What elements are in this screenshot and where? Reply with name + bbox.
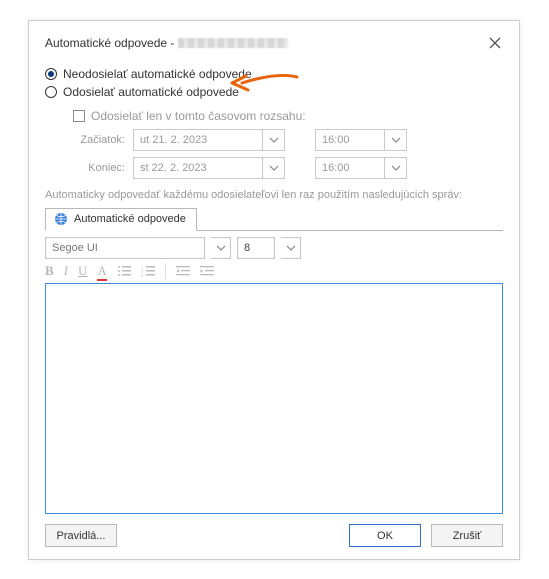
radio-do-not-send[interactable]: Neodosielať automatické odpovede: [45, 67, 503, 81]
start-date-dropdown[interactable]: [263, 129, 285, 151]
auto-reply-dialog: Automatické odpovede - Neodosielať autom…: [28, 20, 520, 560]
end-time-field[interactable]: 16:00: [315, 157, 385, 179]
chevron-down-icon: [269, 135, 279, 145]
radio-icon: [45, 86, 57, 98]
chevron-down-icon: [216, 243, 226, 253]
rules-button[interactable]: Pravidlá...: [45, 524, 117, 547]
time-range-section: Odosielať len v tomto časovom rozsahu: Z…: [45, 103, 503, 179]
svg-text:3: 3: [141, 273, 144, 277]
checkbox-icon: [73, 110, 85, 122]
time-range-checkbox-label: Odosielať len v tomto časovom rozsahu:: [91, 109, 306, 123]
font-color-button[interactable]: A: [97, 263, 106, 279]
dialog-button-row: Pravidlá... OK Zrušiť: [45, 524, 503, 547]
chevron-down-icon: [391, 135, 401, 145]
end-time-dropdown[interactable]: [385, 157, 407, 179]
chevron-down-icon: [391, 163, 401, 173]
format-toolbar: B I U A 123: [45, 263, 503, 279]
start-time-field[interactable]: 16:00: [315, 129, 385, 151]
font-family-select[interactable]: Segoe UI: [45, 237, 205, 259]
indent-button[interactable]: [200, 265, 214, 277]
outdent-icon: [176, 265, 190, 277]
info-note: Automaticky odpovedať každému odosielate…: [45, 189, 503, 201]
tab-bar: Automatické odpovede: [45, 207, 503, 231]
time-range-checkbox-row[interactable]: Odosielať len v tomto časovom rozsahu:: [73, 109, 503, 123]
toolbar-separator: [165, 263, 166, 279]
outdent-button[interactable]: [176, 265, 190, 277]
send-mode-radio-group: Neodosielať automatické odpovede Odosiel…: [45, 63, 503, 103]
radio-send[interactable]: Odosielať automatické odpovede: [45, 85, 503, 99]
start-date-field[interactable]: ut 21. 2. 2023: [133, 129, 263, 151]
ok-button[interactable]: OK: [349, 524, 421, 547]
bold-button[interactable]: B: [45, 263, 54, 279]
font-size-select[interactable]: 8: [237, 237, 275, 259]
numbered-list-icon: 123: [141, 265, 155, 277]
font-family-dropdown[interactable]: [211, 237, 231, 259]
chevron-down-icon: [269, 163, 279, 173]
underline-button[interactable]: U: [78, 263, 87, 279]
titlebar: Automatické odpovede -: [45, 35, 503, 51]
tab-label: Automatické odpovede: [74, 213, 186, 225]
bullet-list-icon: [117, 265, 131, 277]
radio-send-label: Odosielať automatické odpovede: [63, 85, 239, 99]
close-icon: [489, 37, 501, 49]
end-date-dropdown[interactable]: [263, 157, 285, 179]
account-name-redacted: [178, 38, 288, 48]
close-button[interactable]: [487, 35, 503, 51]
bullet-list-button[interactable]: [117, 265, 131, 277]
font-toolbar: Segoe UI 8: [45, 237, 503, 259]
end-date-field[interactable]: st 22. 2. 2023: [133, 157, 263, 179]
globe-icon: [54, 212, 68, 226]
italic-button[interactable]: I: [64, 263, 68, 279]
cancel-button[interactable]: Zrušiť: [431, 524, 503, 547]
dialog-title: Automatické odpovede -: [45, 36, 174, 50]
tab-auto-replies[interactable]: Automatické odpovede: [45, 208, 197, 231]
font-size-dropdown[interactable]: [281, 237, 301, 259]
message-body-editor[interactable]: [45, 283, 503, 514]
start-label: Začiatok:: [73, 134, 133, 146]
numbered-list-button[interactable]: 123: [141, 265, 155, 277]
chevron-down-icon: [286, 243, 296, 253]
radio-do-not-send-label: Neodosielať automatické odpovede: [63, 67, 252, 81]
indent-icon: [200, 265, 214, 277]
radio-icon: [45, 68, 57, 80]
end-label: Koniec:: [73, 162, 133, 174]
start-time-dropdown[interactable]: [385, 129, 407, 151]
